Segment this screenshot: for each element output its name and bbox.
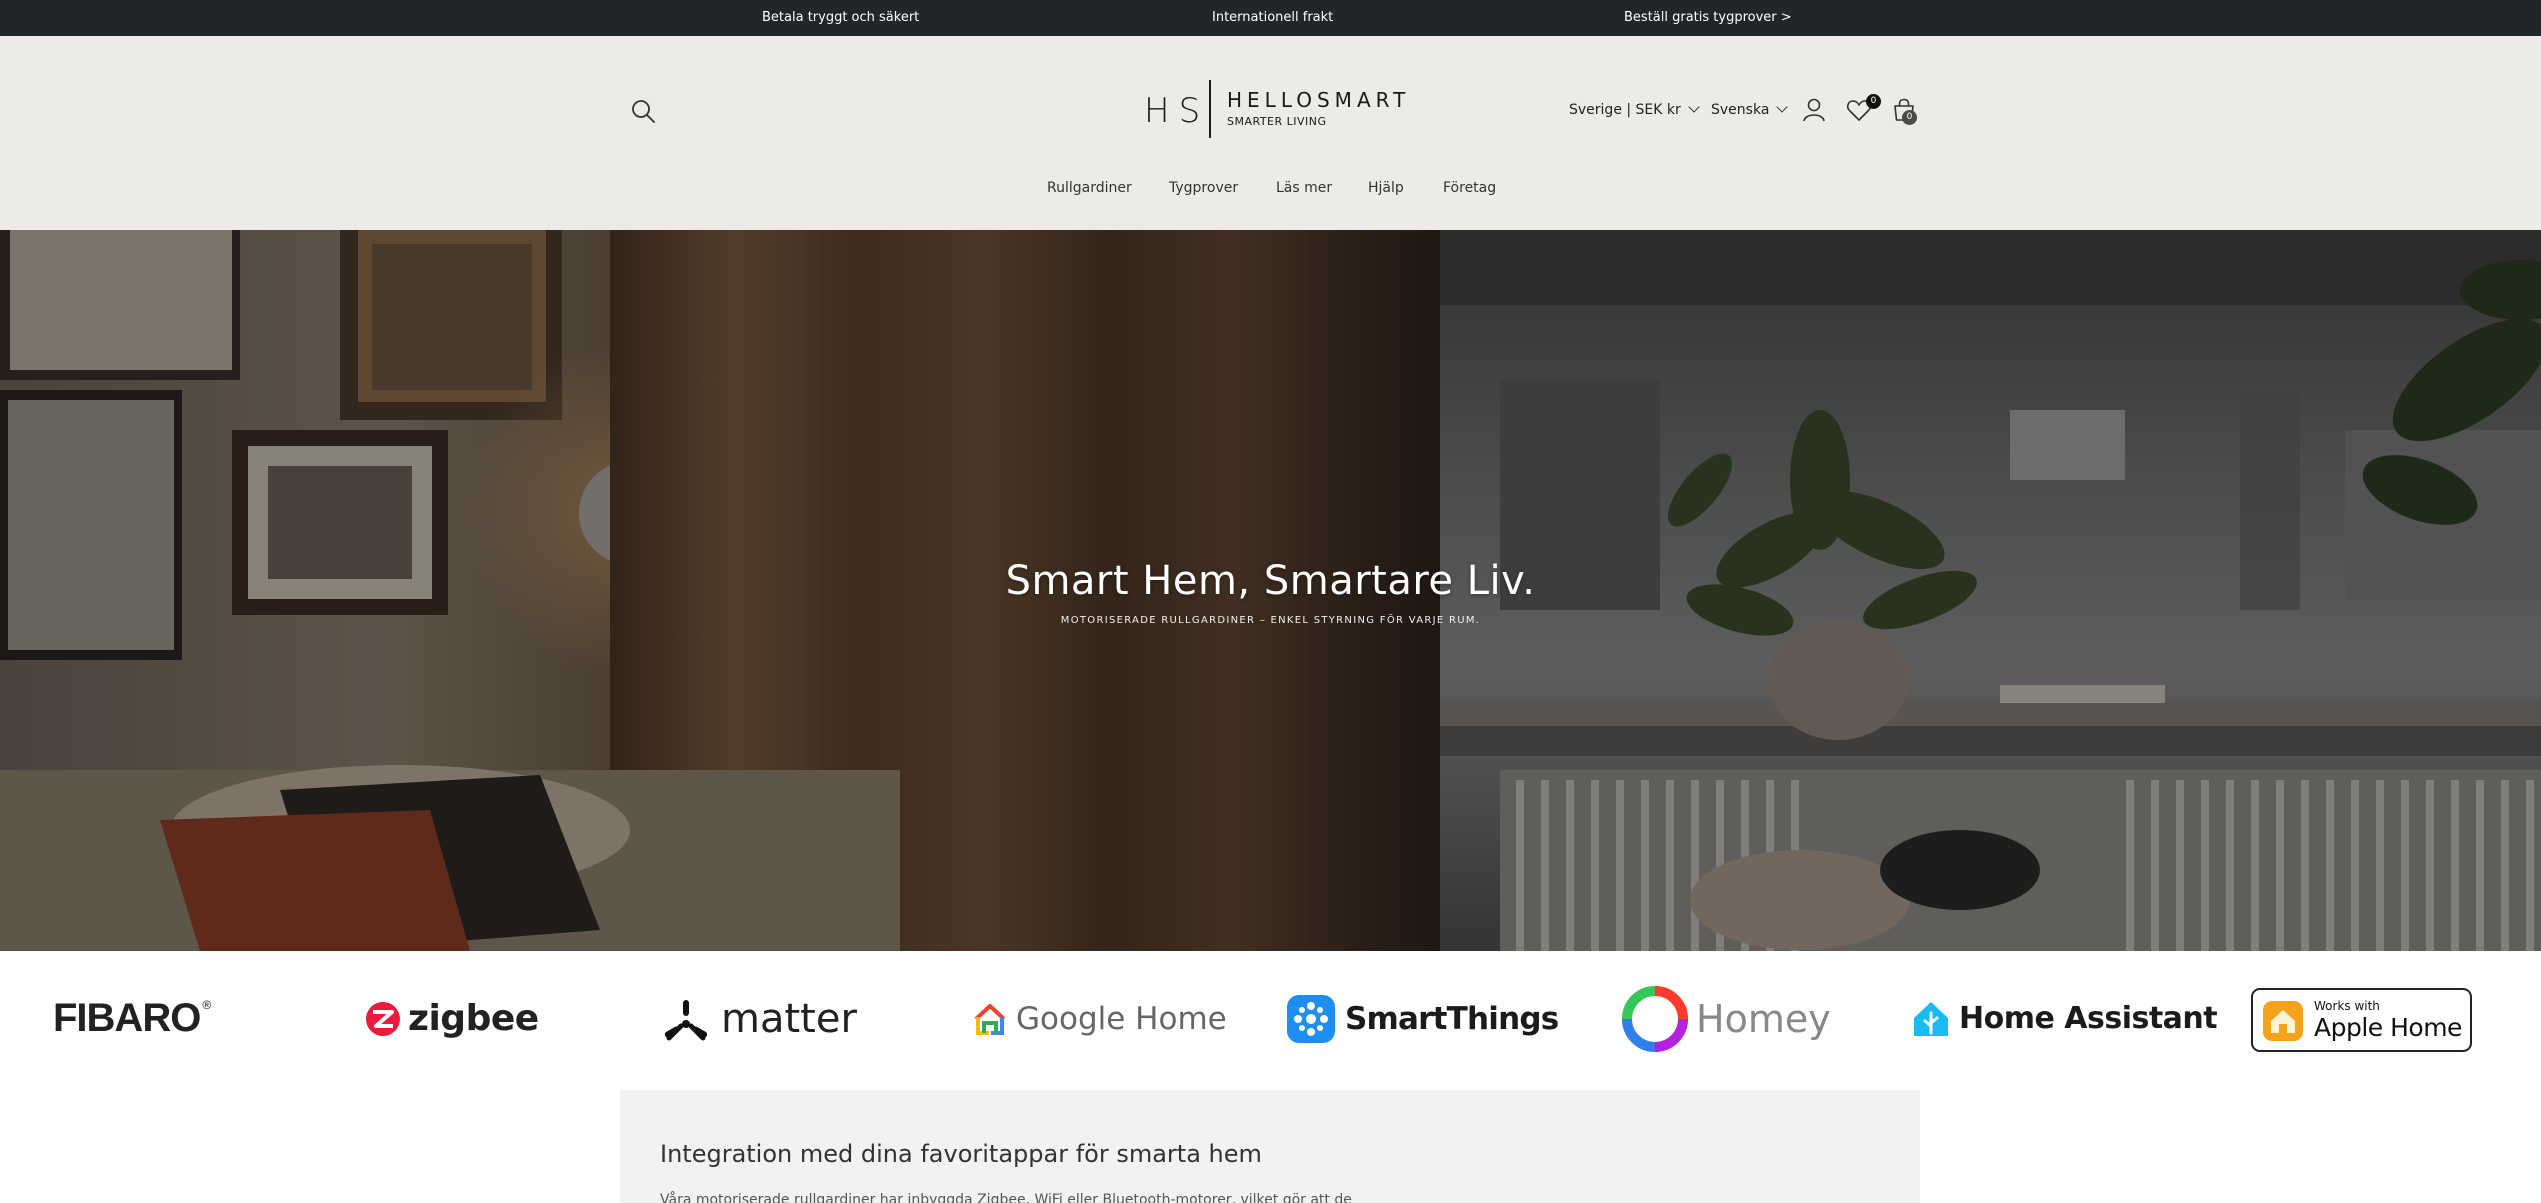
chevron-down-icon [1776, 101, 1789, 113]
google-home-logo: Google Home [972, 951, 1227, 1086]
wishlist-count-badge: 0 [1866, 94, 1881, 109]
integration-title: Integration med dina favoritappar för sm… [660, 1140, 1262, 1168]
google-home-icon [974, 1003, 1006, 1035]
nav-item-hjalp[interactable]: Hjälp [1368, 180, 1404, 196]
nav-item-rullgardiner[interactable]: Rullgardiner [1047, 180, 1132, 196]
hero-banner[interactable]: Smart Hem, Smartare Liv. MOTORISERADE RU… [0, 230, 2541, 951]
country-currency-selector[interactable]: Sverige | SEK kr [1569, 101, 1700, 118]
nav-item-las-mer[interactable]: Läs mer [1276, 180, 1332, 196]
announcement-international-shipping: Internationell frakt [1212, 10, 1334, 25]
integration-brands-strip: FIBARO ® zigbee matter Google Home Smart… [0, 951, 2541, 1086]
homey-logo: Homey [1620, 951, 1831, 1086]
zigbee-wordmark: zigbee [408, 998, 539, 1039]
country-currency-label: Sverige | SEK kr [1569, 102, 1681, 118]
nav-item-foretag[interactable]: Företag [1443, 180, 1496, 196]
announcement-bar: Betala tryggt och säkert Internationell … [0, 0, 2541, 36]
home-assistant-logo: Home Assistant [1911, 951, 2218, 1086]
home-assistant-icon [1914, 1001, 1948, 1036]
matter-icon [664, 999, 708, 1040]
language-label: Svenska [1711, 102, 1770, 118]
matter-wordmark: matter [721, 995, 857, 1042]
fibaro-wordmark: FIBARO [53, 996, 201, 1040]
homey-wordmark: Homey [1696, 996, 1831, 1041]
integration-section: Integration med dina favoritappar för sm… [620, 1090, 1920, 1203]
site-header: HS HELLOSMART SMARTER LIVING Sverige | S… [0, 36, 2541, 230]
zigbee-logo: zigbee [364, 951, 539, 1086]
apple-home-icon [2263, 1001, 2303, 1041]
logo-tagline: SMARTER LIVING [1227, 115, 1327, 128]
google-home-wordmark: Google Home [1016, 1000, 1227, 1037]
hero-title: Smart Hem, Smartare Liv. [1005, 558, 1536, 604]
integration-body: Våra motoriserade rullgardiner har inbyg… [660, 1192, 1352, 1203]
apple-home-badge: Works with Apple Home [2251, 988, 2472, 1052]
logo-mark: HS [1144, 91, 1210, 131]
announcement-secure-payment: Betala tryggt och säkert [762, 10, 920, 25]
cart-count-badge: 0 [1902, 110, 1917, 125]
logo-name: HELLOSMART [1227, 88, 1411, 112]
fibaro-logo: FIBARO ® [53, 951, 211, 1086]
fibaro-registered-mark: ® [202, 997, 211, 1012]
smartthings-logo: SmartThings [1287, 951, 1559, 1086]
nav-item-tygprover[interactable]: Tygprover [1169, 180, 1238, 196]
smartthings-icon [1287, 994, 1335, 1043]
homey-icon [1622, 985, 1688, 1052]
smartthings-wordmark: SmartThings [1345, 1000, 1559, 1037]
zigbee-icon [366, 1001, 400, 1036]
hero-subtitle: MOTORISERADE RULLGARDINER – ENKEL STYRNI… [1060, 615, 1481, 626]
home-assistant-wordmark: Home Assistant [1959, 1001, 2218, 1036]
logo-divider [1209, 80, 1211, 138]
language-selector[interactable]: Svenska [1711, 101, 1789, 118]
account-icon[interactable] [1800, 96, 1828, 124]
announcement-order-samples-link[interactable]: Beställ gratis tygprover > [1624, 10, 1792, 25]
matter-logo: matter [663, 951, 857, 1086]
apple-badge-big-text: Apple Home [2314, 1013, 2462, 1042]
search-icon[interactable] [630, 98, 656, 124]
apple-badge-small-text: Works with [2314, 999, 2380, 1013]
chevron-down-icon [1688, 101, 1700, 113]
